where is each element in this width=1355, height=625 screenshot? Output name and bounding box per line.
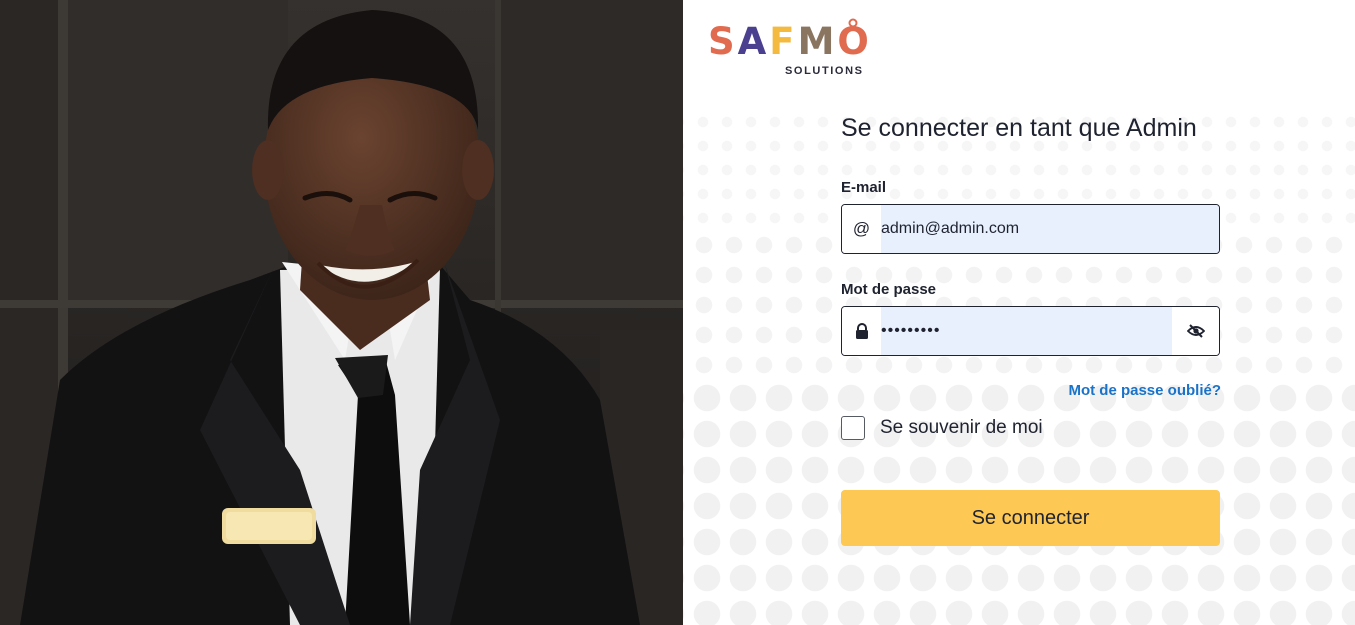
hero-photo-illustration [0,0,683,625]
at-icon: @ [842,205,881,253]
eye-slash-icon[interactable] [1172,307,1219,355]
logo-letter-s: S [708,20,738,63]
forgot-password-link[interactable]: Mot de passe oublié? [1068,382,1221,399]
email-field: @ [841,204,1220,254]
login-button[interactable]: Se connecter [841,490,1220,546]
password-field [841,306,1220,356]
remember-checkbox[interactable] [841,416,865,440]
remember-me[interactable]: Se souvenir de moi [841,416,1043,440]
logo-letter-m: M [797,20,838,63]
page-title: Se connecter en tant que Admin [841,114,1197,142]
password-input[interactable] [881,307,1172,355]
logo-letter-f: F [769,20,798,63]
remember-label: Se souvenir de moi [880,417,1043,438]
hero-photo [0,0,683,625]
email-input[interactable] [881,205,1219,253]
logo-letter-a: A [737,20,770,63]
email-label: E-mail [841,179,887,196]
logo-subtitle: SOLUTIONS [785,65,864,77]
lock-icon [842,307,881,355]
login-form: Se connecter en tant que Admin E-mail @ … [841,110,1221,546]
password-label: Mot de passe [841,281,937,298]
logo-accent-icon [848,18,858,28]
login-panel: SAFMO SOLUTIONS Se connecter en tant que… [683,0,1355,625]
